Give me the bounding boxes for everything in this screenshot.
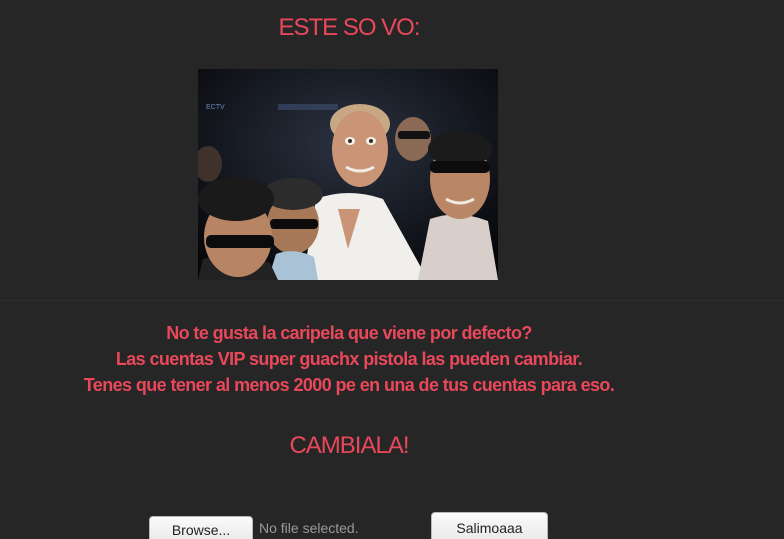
profile-photo-graphic: ECTV — [198, 69, 498, 280]
section-divider — [0, 300, 784, 301]
submit-button[interactable]: Salimoaaa — [431, 512, 548, 539]
profile-photo: ECTV — [198, 69, 498, 280]
message-line-3: Tenes que tener al menos 2000 pe en una … — [83, 375, 615, 395]
change-heading: CAMBIALA! — [289, 432, 409, 459]
page-title: ESTE SO VO: — [278, 14, 420, 41]
message-line-2: Las cuentas VIP super guachx pistola las… — [115, 349, 583, 369]
file-status-text: No file selected. — [259, 520, 359, 536]
page: ESTE SO VO: ECTV No te gusta la caripela… — [0, 0, 784, 539]
photo-overlay-text: ECTV — [206, 104, 225, 111]
message-line-1: No te gusta la caripela que viene por de… — [166, 323, 532, 343]
browse-button[interactable]: Browse... — [149, 516, 253, 539]
